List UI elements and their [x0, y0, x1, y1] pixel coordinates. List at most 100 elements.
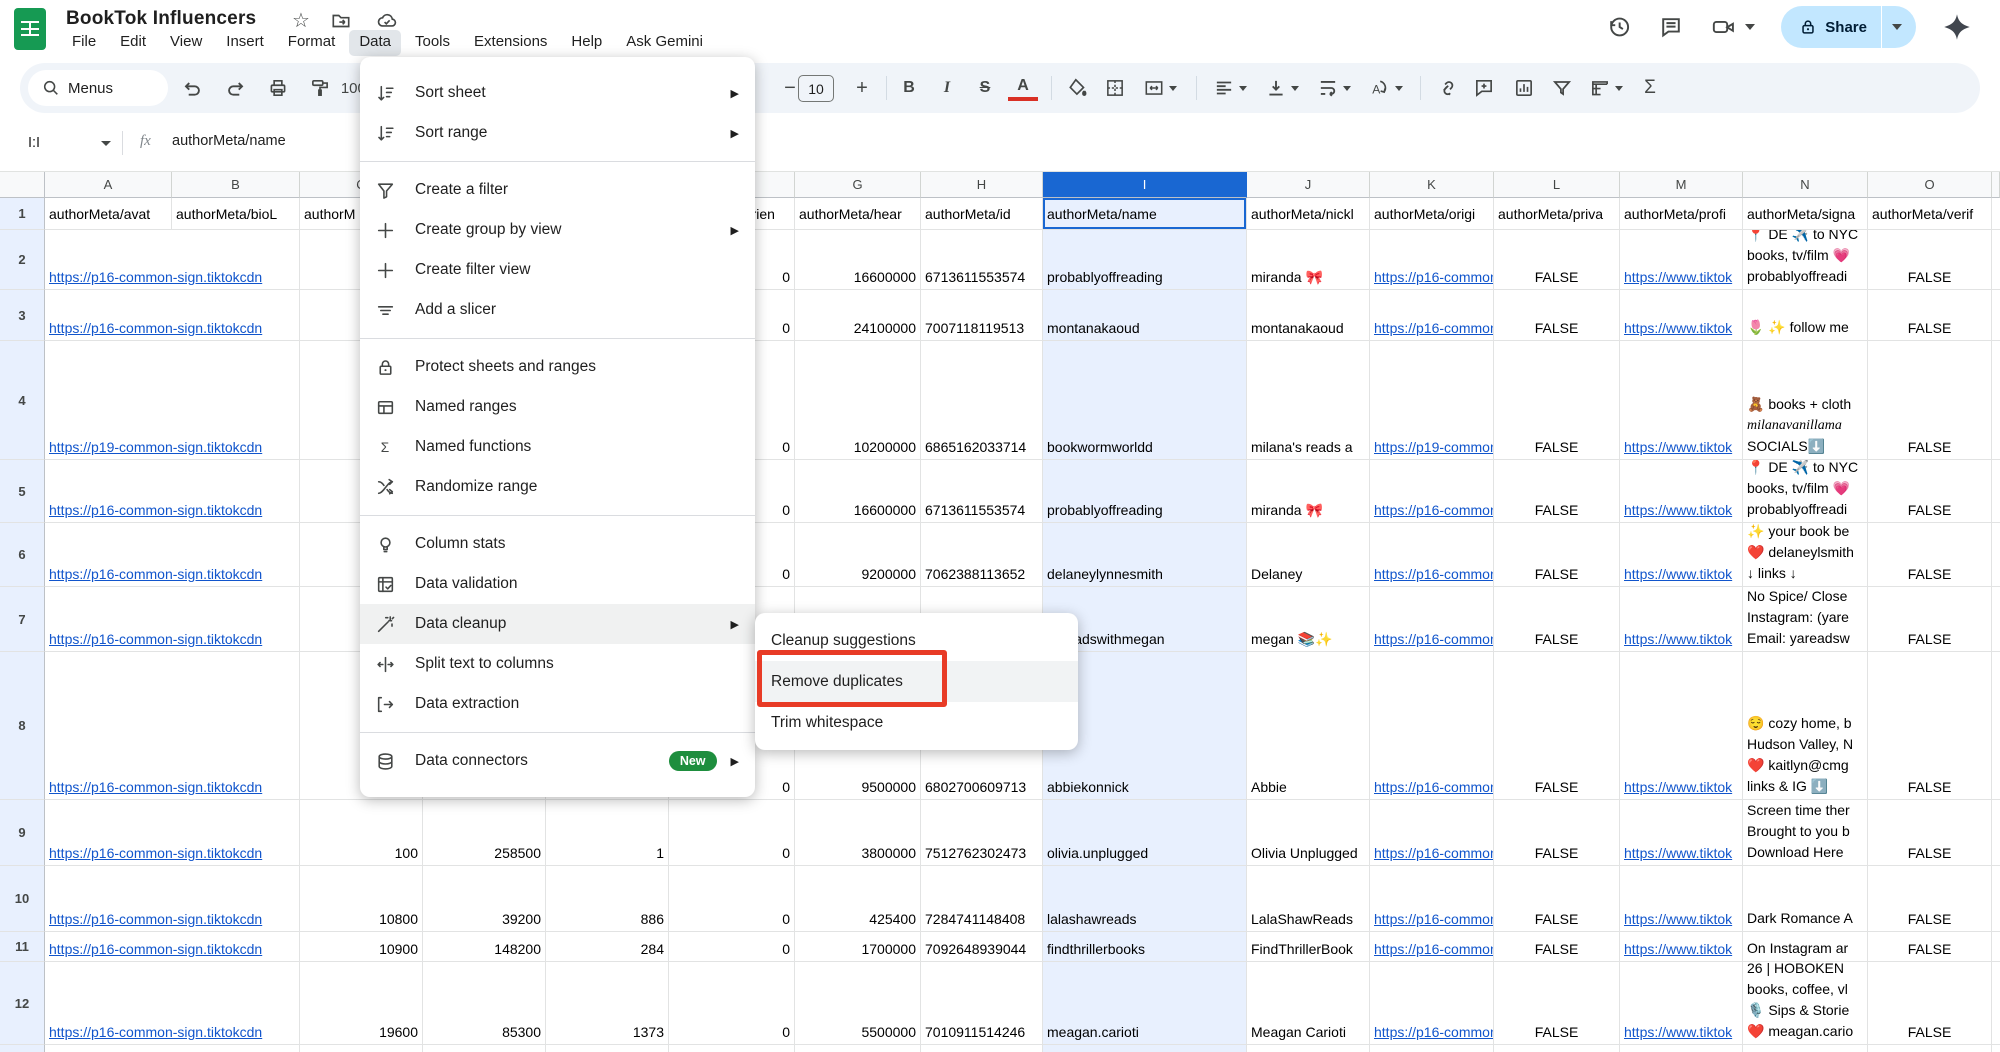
cell-A9[interactable]: https://p16-common-sign.tiktokcdn — [45, 800, 300, 866]
column-header-O[interactable]: O — [1868, 172, 1992, 198]
sheets-logo-icon[interactable] — [14, 8, 46, 50]
menus-search[interactable]: Menus — [28, 70, 168, 106]
cell-M8[interactable]: https://www.tiktok — [1620, 652, 1743, 800]
cell-O7[interactable]: FALSE — [1868, 587, 1992, 652]
column-header-K[interactable]: K — [1370, 172, 1494, 198]
cell-O10[interactable]: FALSE — [1868, 866, 1992, 932]
cell-E12[interactable]: 1373 — [546, 962, 669, 1045]
cell-C12[interactable]: 19600 — [300, 962, 423, 1045]
cell-G12[interactable]: 5500000 — [795, 962, 921, 1045]
paint-format-button[interactable] — [300, 72, 340, 104]
name-box-caret-icon[interactable] — [101, 141, 111, 146]
cell-I2[interactable]: probablyoffreading — [1043, 230, 1247, 290]
cell-K11[interactable]: https://p16-common — [1370, 932, 1494, 962]
field-header-I[interactable]: authorMeta/name — [1043, 198, 1247, 230]
menubar-item-edit[interactable]: Edit — [110, 30, 156, 56]
cell-I12[interactable]: meagan.carioti — [1043, 962, 1247, 1045]
cell-K8[interactable]: https://p16-common — [1370, 652, 1494, 800]
cell-G4[interactable]: 10200000 — [795, 341, 921, 460]
print-button[interactable] — [258, 72, 298, 104]
menu-item-create-filter-view[interactable]: Create filter view — [360, 250, 755, 290]
cell-A8[interactable]: https://p16-common-sign.tiktokcdn — [45, 652, 300, 800]
cell-O8[interactable]: FALSE — [1868, 652, 1992, 800]
menu-item-data-validation[interactable]: Data validation — [360, 564, 755, 604]
column-header-J[interactable]: J — [1247, 172, 1370, 198]
cell-M3[interactable]: https://www.tiktok — [1620, 290, 1743, 341]
name-box[interactable]: I:I — [10, 129, 115, 157]
cell-M11[interactable]: https://www.tiktok — [1620, 932, 1743, 962]
fill-color-button[interactable] — [1060, 72, 1096, 104]
meet-video-icon[interactable] — [1710, 14, 1755, 40]
column-header-G[interactable]: G — [795, 172, 921, 198]
cell-G3[interactable]: 24100000 — [795, 290, 921, 341]
cell-C9[interactable]: 100 — [300, 800, 423, 866]
column-header-I[interactable]: I — [1043, 172, 1247, 198]
text-rotation-button[interactable]: A — [1360, 72, 1412, 104]
cell-I11[interactable]: findthrillerbooks — [1043, 932, 1247, 962]
cell-J12[interactable]: Meagan Carioti — [1247, 962, 1370, 1045]
cell-I6[interactable]: delaneylynnesmith — [1043, 523, 1247, 587]
gemini-icon[interactable] — [1942, 12, 1972, 42]
row-header-2[interactable]: 2 — [0, 230, 45, 290]
field-header-H[interactable]: authorMeta/id — [921, 198, 1043, 230]
row-header-11[interactable]: 11 — [0, 932, 45, 962]
rotation-caret-icon[interactable] — [1395, 86, 1403, 91]
cell-H11[interactable]: 7092648939044 — [921, 932, 1043, 962]
insert-chart-button[interactable] — [1506, 72, 1542, 104]
row-header-7[interactable]: 7 — [0, 587, 45, 652]
cell-M10[interactable]: https://www.tiktok — [1620, 866, 1743, 932]
menu-item-named-ranges[interactable]: Named ranges — [360, 387, 755, 427]
cell-G6[interactable]: 9200000 — [795, 523, 921, 587]
row-header-8[interactable]: 8 — [0, 652, 45, 800]
cell-L9[interactable]: FALSE — [1494, 800, 1620, 866]
cell-A11[interactable]: https://p16-common-sign.tiktokcdn — [45, 932, 300, 962]
field-header-M[interactable]: authorMeta/profi — [1620, 198, 1743, 230]
cell-J5[interactable]: miranda 🎀 — [1247, 460, 1370, 523]
borders-button[interactable] — [1098, 72, 1132, 104]
cell-L7[interactable]: FALSE — [1494, 587, 1620, 652]
menubar-item-extensions[interactable]: Extensions — [464, 30, 557, 56]
cell-L3[interactable]: FALSE — [1494, 290, 1620, 341]
bold-button[interactable]: B — [894, 72, 924, 104]
cell-J10[interactable]: LalaShawReads — [1247, 866, 1370, 932]
cell-G11[interactable]: 1700000 — [795, 932, 921, 962]
cell-H3[interactable]: 7007118119513 — [921, 290, 1043, 341]
cell-H12[interactable]: 7010911514246 — [921, 962, 1043, 1045]
version-history-icon[interactable] — [1606, 14, 1632, 40]
menu-item-protect-sheets-and-ranges[interactable]: Protect sheets and ranges — [360, 347, 755, 387]
column-header-A[interactable]: A — [45, 172, 172, 198]
cell-K13[interactable] — [1370, 1045, 1494, 1052]
cell-E10[interactable]: 886 — [546, 866, 669, 932]
cell-N7[interactable]: No Spice/ CloseInstagram: (yareEmail: ya… — [1743, 587, 1868, 652]
cell-L11[interactable]: FALSE — [1494, 932, 1620, 962]
cell-A13[interactable] — [45, 1045, 300, 1052]
cell-I5[interactable]: probablyoffreading — [1043, 460, 1247, 523]
cell-C11[interactable]: 10900 — [300, 932, 423, 962]
create-filter-button[interactable] — [1544, 72, 1580, 104]
cell-H4[interactable]: 6865162033714 — [921, 341, 1043, 460]
cell-G5[interactable]: 16600000 — [795, 460, 921, 523]
cell-O11[interactable]: FALSE — [1868, 932, 1992, 962]
menubar-item-format[interactable]: Format — [278, 30, 346, 56]
cell-J2[interactable]: miranda 🎀 — [1247, 230, 1370, 290]
cell-K12[interactable]: https://p16-common — [1370, 962, 1494, 1045]
menu-item-sort-range[interactable]: Sort range▶ — [360, 113, 755, 153]
cell-F11[interactable]: 0 — [669, 932, 795, 962]
cell-N13[interactable] — [1743, 1045, 1868, 1052]
menu-item-data-connectors[interactable]: Data connectorsNew▶ — [360, 741, 755, 781]
cell-O12[interactable]: FALSE — [1868, 962, 1992, 1045]
cell-N8[interactable]: 😌 cozy home, bHudson Valley, N❤️ kaitlyn… — [1743, 652, 1868, 800]
menu-item-split-text-to-columns[interactable]: Split text to columns — [360, 644, 755, 684]
field-header-B[interactable]: authorMeta/bioL — [172, 198, 300, 230]
cell-A2[interactable]: https://p16-common-sign.tiktokcdn — [45, 230, 300, 290]
cell-O9[interactable]: FALSE — [1868, 800, 1992, 866]
cell-N9[interactable]: Screen time therBrought to you bDownload… — [1743, 800, 1868, 866]
cell-M6[interactable]: https://www.tiktok — [1620, 523, 1743, 587]
cell-D10[interactable]: 39200 — [423, 866, 546, 932]
field-header-L[interactable]: authorMeta/priva — [1494, 198, 1620, 230]
merge-cells-button[interactable] — [1134, 72, 1186, 104]
cell-N11[interactable]: On Instagram ar — [1743, 932, 1868, 962]
cell-F13[interactable] — [669, 1045, 795, 1052]
cell-D9[interactable]: 258500 — [423, 800, 546, 866]
table-views-caret-icon[interactable] — [1615, 86, 1623, 91]
